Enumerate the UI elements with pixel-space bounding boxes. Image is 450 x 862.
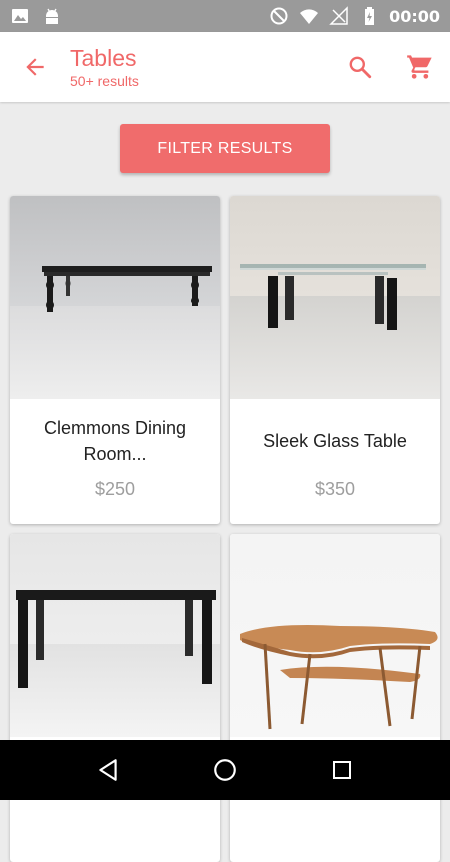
results-count: 50+ results (70, 73, 139, 89)
nav-home-button[interactable] (205, 750, 245, 790)
back-triangle-icon (99, 759, 117, 781)
search-button[interactable] (330, 32, 390, 102)
back-button[interactable] (0, 32, 70, 102)
image-icon (12, 9, 28, 23)
page-title: Tables (70, 45, 137, 71)
product-image (230, 534, 440, 737)
title-block: Tables 50+ results (70, 45, 139, 89)
cart-button[interactable] (390, 32, 450, 102)
do-not-disturb-icon (270, 7, 288, 25)
nav-recents-button[interactable] (322, 750, 362, 790)
app-bar: Tables 50+ results (0, 32, 450, 102)
product-card[interactable] (230, 534, 440, 862)
product-card[interactable] (10, 534, 220, 862)
status-bar: 00:00 (0, 0, 450, 32)
nav-back-button[interactable] (88, 750, 128, 790)
signal-icon (329, 6, 348, 25)
product-image (230, 196, 440, 399)
search-icon (349, 56, 372, 79)
recents-square-icon (332, 761, 351, 779)
product-name: Sleek Glass Table (263, 431, 407, 451)
product-name: Clemmons Dining Room... (43, 418, 187, 464)
wifi-icon (300, 9, 319, 24)
cart-icon (407, 55, 432, 79)
android-icon (46, 8, 58, 24)
product-card[interactable]: Sleek Glass Table $350 (230, 196, 440, 524)
product-price: $350 (314, 479, 356, 499)
product-card[interactable]: Clemmons Dining Room... $250 (10, 196, 220, 524)
product-price: $250 (94, 479, 136, 499)
status-time: 00:00 (389, 6, 440, 26)
system-nav-bar (0, 740, 450, 800)
product-image (10, 534, 220, 737)
arrow-back-icon (26, 58, 44, 76)
battery-charging-icon (365, 7, 375, 25)
product-image (10, 196, 220, 399)
filter-results-button[interactable]: FILTER RESULTS (120, 124, 330, 173)
home-circle-icon (214, 759, 236, 781)
